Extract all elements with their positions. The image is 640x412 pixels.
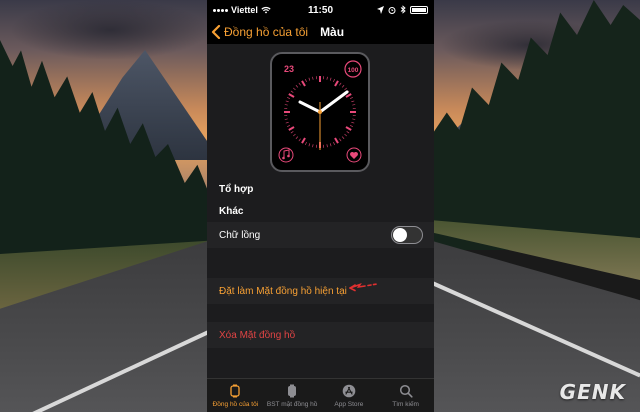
- hour-tick: [301, 80, 306, 87]
- minute-tick: [351, 121, 355, 124]
- page-title: Màu: [320, 25, 345, 39]
- hour-hand: [298, 100, 322, 114]
- hour-tick: [334, 137, 339, 144]
- arrow-left-icon: [349, 283, 377, 292]
- minute-tick: [326, 144, 328, 148]
- status-icons: [377, 5, 428, 14]
- minute-tick: [295, 85, 299, 88]
- tab-app-store[interactable]: App Store: [321, 379, 378, 412]
- minute-tick: [293, 133, 296, 137]
- minute-tick: [350, 97, 354, 99]
- monogram-toggle[interactable]: [391, 226, 423, 244]
- hour-tick: [345, 93, 352, 98]
- app-store-icon: [342, 384, 356, 398]
- minute-tick: [344, 133, 347, 137]
- minute-tick: [339, 138, 342, 142]
- minute-tick: [284, 118, 288, 120]
- minute-tick: [341, 85, 345, 88]
- minute-tick: [346, 131, 350, 134]
- cloud: [10, 0, 210, 60]
- minute-tick: [284, 104, 288, 106]
- hour-tick: [288, 93, 295, 98]
- minute-tick: [352, 118, 356, 120]
- tab-bar: Đồng hồ của tôi BST mặt đồng hồ App Stor…: [207, 378, 434, 412]
- face-gallery-icon: [288, 384, 297, 398]
- minute-tick: [286, 97, 290, 99]
- alarm-icon: [388, 6, 396, 14]
- hour-tick: [345, 126, 352, 131]
- bluetooth-icon: [400, 5, 406, 14]
- navigation-bar: Đồng hồ của tôi Màu: [207, 20, 434, 44]
- tab-label: Đồng hồ của tôi: [212, 401, 259, 408]
- minute-hand: [318, 90, 349, 114]
- hour-tick: [288, 126, 295, 131]
- battery-icon: [410, 5, 428, 14]
- tab-my-watch[interactable]: Đồng hồ của tôi: [207, 379, 264, 412]
- minute-tick: [308, 77, 311, 81]
- minute-tick: [286, 125, 290, 127]
- complication-battery: 100: [348, 67, 359, 74]
- back-button-label: Đồng hồ của tôi: [224, 25, 309, 39]
- minute-tick: [351, 100, 355, 103]
- minute-tick: [308, 143, 311, 147]
- tab-label: Tìm kiếm: [392, 401, 419, 408]
- row-label-chu-long: Chữ lồng: [219, 229, 261, 241]
- minute-tick: [333, 142, 335, 146]
- minute-tick: [305, 78, 307, 82]
- minute-tick: [352, 104, 356, 106]
- section-gap: [207, 248, 434, 278]
- minute-tick: [329, 143, 332, 147]
- hour-tick: [334, 80, 339, 87]
- watch-face-preview-area: 23 100: [207, 44, 434, 178]
- minute-tick: [295, 136, 299, 139]
- minute-tick: [285, 100, 289, 103]
- minute-tick: [290, 131, 294, 134]
- complication-date: 23: [284, 64, 294, 74]
- row-chu-long[interactable]: Chữ lồng: [207, 222, 434, 248]
- minute-tick: [341, 136, 345, 139]
- status-bar: Viettel 11:50: [207, 0, 434, 20]
- location-icon: [377, 5, 384, 14]
- tab-search[interactable]: Tìm kiếm: [377, 379, 434, 412]
- section-header-to-hop: Tổ hợp: [207, 178, 434, 200]
- minute-tick: [350, 125, 354, 127]
- back-button[interactable]: Đồng hồ của tôi: [207, 25, 308, 39]
- tab-label: App Store: [334, 401, 364, 408]
- minute-tick: [305, 142, 307, 146]
- music-icon: [278, 147, 294, 163]
- minute-tick: [326, 76, 328, 80]
- delete-label: Xóa Mặt đồng hồ: [219, 329, 296, 341]
- minute-tick: [312, 76, 314, 80]
- minute-tick: [333, 78, 335, 82]
- watch-face-dial: 23 100: [278, 60, 362, 163]
- phone-screen: Viettel 11:50 Đồng hồ của tôi Màu 23 100…: [207, 0, 434, 412]
- set-current-label: Đặt làm Mặt đồng hồ hiện tại: [219, 285, 347, 297]
- minute-tick: [339, 82, 342, 86]
- minute-tick: [285, 121, 289, 124]
- set-current-watch-face-button[interactable]: Đặt làm Mặt đồng hồ hiện tại: [207, 278, 434, 304]
- heart-icon: [346, 147, 362, 163]
- hour-tick: [301, 137, 306, 144]
- toggle-knob: [393, 228, 407, 242]
- minute-tick: [298, 82, 301, 86]
- hand-pivot: [318, 110, 322, 114]
- genk-logo: GENK: [559, 380, 626, 404]
- minute-tick: [312, 144, 314, 148]
- minute-tick: [290, 90, 294, 93]
- section-header-khac: Khác: [207, 200, 434, 222]
- minute-tick: [293, 87, 296, 91]
- minute-tick: [298, 138, 301, 142]
- watch-icon: [230, 384, 241, 398]
- chevron-left-icon: [211, 25, 221, 39]
- section-gap: [207, 304, 434, 322]
- tab-label: BST mặt đồng hồ: [266, 401, 318, 408]
- section-gap: [207, 348, 434, 378]
- delete-watch-face-button[interactable]: Xóa Mặt đồng hồ: [207, 322, 434, 348]
- search-icon: [399, 384, 413, 398]
- tab-face-gallery[interactable]: BST mặt đồng hồ: [264, 379, 321, 412]
- watch-face-preview: 23 100: [270, 52, 370, 172]
- minute-tick: [329, 77, 332, 81]
- minute-tick: [344, 87, 347, 91]
